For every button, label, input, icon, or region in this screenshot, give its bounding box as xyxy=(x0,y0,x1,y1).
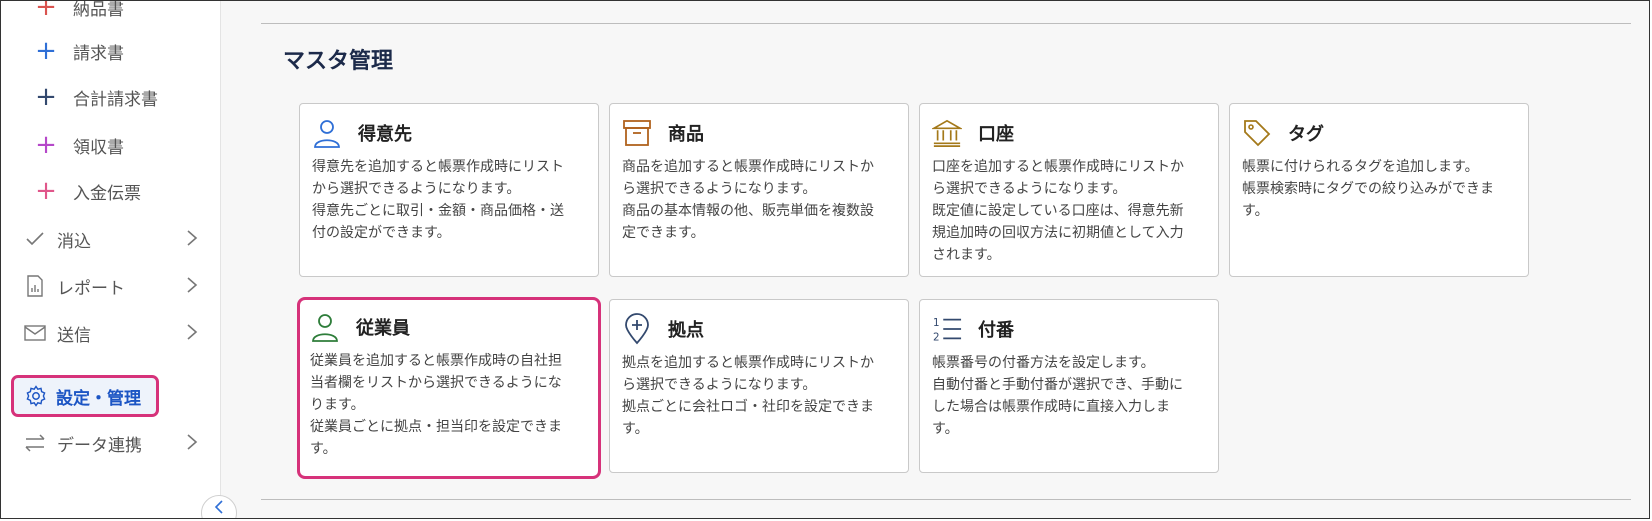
card-location[interactable]: 拠点 拠点を追加すると帳票作成時にリストか ら選択できるようになります。 拠点ご… xyxy=(609,299,909,473)
sidebar-item-report[interactable]: レポート xyxy=(1,262,220,310)
sidebar-item-label: 請求書 xyxy=(73,43,124,64)
card-title: 得意先 xyxy=(358,124,412,145)
sync-arrows-icon xyxy=(23,433,47,453)
card-tag[interactable]: タグ 帳票に付けられるタグを追加します。 帳票検索時にタグでの絞り込みができま … xyxy=(1229,103,1529,277)
chevron-left-icon xyxy=(214,499,224,518)
card-description: 口座を追加すると帳票作成時にリストか ら選択できるようになります。 既定値に設定… xyxy=(932,159,1184,263)
sidebar-item-reconcile[interactable]: 消込 xyxy=(1,215,220,263)
sidebar-item-payment-slip[interactable]: + 入金伝票 xyxy=(1,167,220,215)
sidebar-item-label: データ連携 xyxy=(57,435,142,456)
section-title: マスタ管理 xyxy=(283,49,394,74)
location-pin-icon xyxy=(622,313,652,345)
card-product[interactable]: 商品 商品を追加すると帳票作成時にリストか ら選択できるようになります。 商品の… xyxy=(609,103,909,277)
sidebar-item-receipt[interactable]: + 領収書 xyxy=(1,121,220,169)
divider xyxy=(261,23,1631,24)
person-icon xyxy=(312,117,342,149)
bank-icon xyxy=(932,117,962,149)
chevron-right-icon xyxy=(186,229,198,252)
card-description: 従業員を追加すると帳票作成時の自社担 当者欄をリストから選択できるようにな りま… xyxy=(310,353,562,457)
chevron-right-icon xyxy=(186,433,198,456)
plus-icon: + xyxy=(35,36,57,66)
person-icon xyxy=(310,311,340,343)
sidebar-item-send[interactable]: 送信 xyxy=(1,309,220,357)
sidebar-item-label: 納品書 xyxy=(73,0,124,20)
sidebar-item-label: 送信 xyxy=(57,325,91,346)
sidebar-item-total-invoice[interactable]: + 合計請求書 xyxy=(1,73,220,121)
card-description: 帳票に付けられるタグを追加します。 帳票検索時にタグでの絞り込みができま す。 xyxy=(1242,159,1494,219)
card-description: 得意先を追加すると帳票作成時にリスト から選択できるようになります。 得意先ごと… xyxy=(312,159,564,241)
card-title: 付番 xyxy=(978,320,1014,341)
card-title: 従業員 xyxy=(356,318,410,339)
plus-icon: + xyxy=(35,0,57,22)
sidebar-item-settings[interactable]: 設定・管理 xyxy=(11,375,159,417)
plus-icon: + xyxy=(35,130,57,160)
plus-icon: + xyxy=(35,176,57,206)
numbered-list-icon: 12 xyxy=(932,313,962,345)
sidebar-item-label: 設定・管理 xyxy=(56,388,141,409)
card-numbering[interactable]: 12 付番 帳票番号の付番方法を設定します。 自動付番と手動付番が選択でき、手動… xyxy=(919,299,1219,473)
chevron-right-icon xyxy=(186,276,198,299)
svg-text:1: 1 xyxy=(933,317,940,329)
sidebar-item-label: 入金伝票 xyxy=(73,183,141,204)
card-employee[interactable]: 従業員 従業員を追加すると帳票作成時の自社担 当者欄をリストから選択できるように… xyxy=(297,297,601,479)
box-icon xyxy=(622,117,652,149)
card-title: タグ xyxy=(1288,124,1324,145)
card-title: 商品 xyxy=(668,124,704,145)
main-content: マスタ管理 得意先 得意先を追加すると帳票作成時にリスト から選択できるようにな… xyxy=(221,1,1649,518)
app-frame: + 納品書 + 請求書 + 合計請求書 + 領収書 + 入金伝票 消込 レポート… xyxy=(0,0,1650,519)
tag-icon xyxy=(1242,117,1272,149)
sidebar-item-invoice[interactable]: + 請求書 xyxy=(1,27,220,75)
chevron-right-icon xyxy=(186,323,198,346)
sidebar-item-label: 合計請求書 xyxy=(73,89,158,110)
divider xyxy=(261,499,1631,500)
sidebar-item-label: 消込 xyxy=(57,231,91,252)
sidebar: + 納品書 + 請求書 + 合計請求書 + 領収書 + 入金伝票 消込 レポート… xyxy=(1,1,221,518)
gear-icon xyxy=(24,385,48,407)
plus-icon: + xyxy=(35,82,57,112)
card-account[interactable]: 口座 口座を追加すると帳票作成時にリストか ら選択できるようになります。 既定値… xyxy=(919,103,1219,277)
card-description: 拠点を追加すると帳票作成時にリストか ら選択できるようになります。 拠点ごとに会… xyxy=(622,355,874,437)
card-customer[interactable]: 得意先 得意先を追加すると帳票作成時にリスト から選択できるようになります。 得… xyxy=(299,103,599,277)
sidebar-item-label: 領収書 xyxy=(73,137,124,158)
report-icon xyxy=(23,275,47,297)
sidebar-item-data-integration[interactable]: データ連携 xyxy=(1,419,220,467)
mail-icon xyxy=(23,324,47,342)
card-title: 拠点 xyxy=(668,320,704,341)
card-description: 帳票番号の付番方法を設定します。 自動付番と手動付番が選択でき、手動に した場合… xyxy=(932,355,1184,437)
check-icon xyxy=(23,229,47,249)
svg-text:2: 2 xyxy=(933,331,940,343)
card-description: 商品を追加すると帳票作成時にリストか ら選択できるようになります。 商品の基本情… xyxy=(622,159,874,241)
sidebar-item-label: レポート xyxy=(57,278,125,299)
card-title: 口座 xyxy=(978,124,1014,145)
